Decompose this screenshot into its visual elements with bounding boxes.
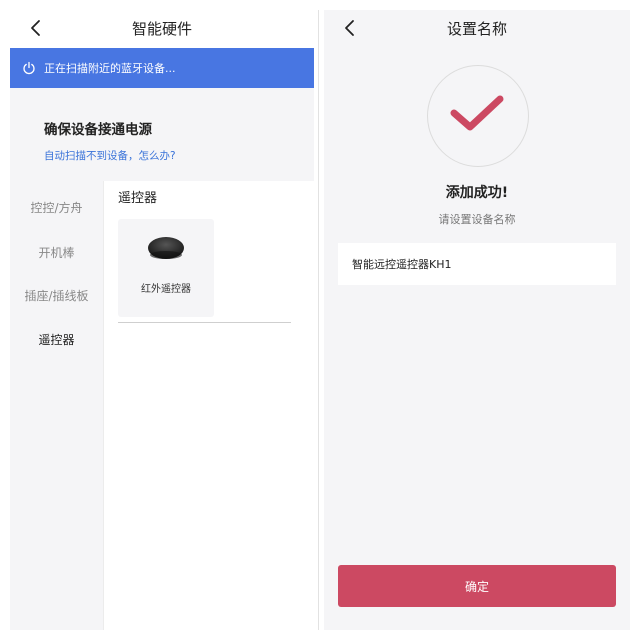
ir-remote-device-icon — [148, 237, 184, 259]
category-item-kongkong[interactable]: 控控/方舟 — [10, 199, 103, 216]
panel-gap — [314, 10, 324, 630]
category-item-power-stick[interactable]: 开机棒 — [10, 244, 103, 261]
panel-divider — [318, 10, 319, 630]
divider — [118, 322, 291, 323]
sidebar-divider — [103, 181, 104, 630]
checkmark-icon — [450, 95, 504, 131]
nav-bar: 设置名称 — [324, 10, 630, 48]
category-item-remote[interactable]: 遥控器 — [10, 331, 103, 348]
section-title: 遥控器 — [118, 191, 158, 206]
smart-hardware-screen: 智能硬件 正在扫描附近的蓝牙设备... 确保设备接通电源 自动扫描不到设备，怎么… — [10, 10, 314, 630]
device-card-ir-remote[interactable]: 红外遥控器 — [118, 219, 214, 317]
set-name-screen: 设置名称 添加成功! 请设置设备名称 确定 — [324, 10, 630, 630]
success-title: 添加成功! — [445, 185, 509, 201]
power-tip: 确保设备接通电源 自动扫描不到设备，怎么办? — [10, 88, 314, 181]
confirm-button[interactable]: 确定 — [338, 565, 616, 607]
page-title: 设置名称 — [446, 20, 507, 38]
device-label: 红外遥控器 — [141, 284, 191, 295]
name-hint: 请设置设备名称 — [438, 213, 516, 226]
nav-bar: 智能硬件 — [10, 10, 314, 48]
category-item-socket[interactable]: 插座/插线板 — [10, 287, 103, 304]
device-name-input[interactable] — [338, 243, 616, 285]
category-sidebar: 控控/方舟 开机棒 插座/插线板 遥控器 — [10, 181, 103, 630]
tip-heading: 确保设备接通电源 — [44, 122, 152, 138]
power-icon — [23, 61, 35, 75]
help-link[interactable]: 自动扫描不到设备，怎么办? — [44, 148, 176, 163]
scan-status-text: 正在扫描附近的蓝牙设备... — [44, 62, 176, 75]
success-badge — [427, 65, 529, 167]
scan-status-bar: 正在扫描附近的蓝牙设备... — [10, 48, 314, 88]
page-title: 智能硬件 — [131, 20, 192, 38]
